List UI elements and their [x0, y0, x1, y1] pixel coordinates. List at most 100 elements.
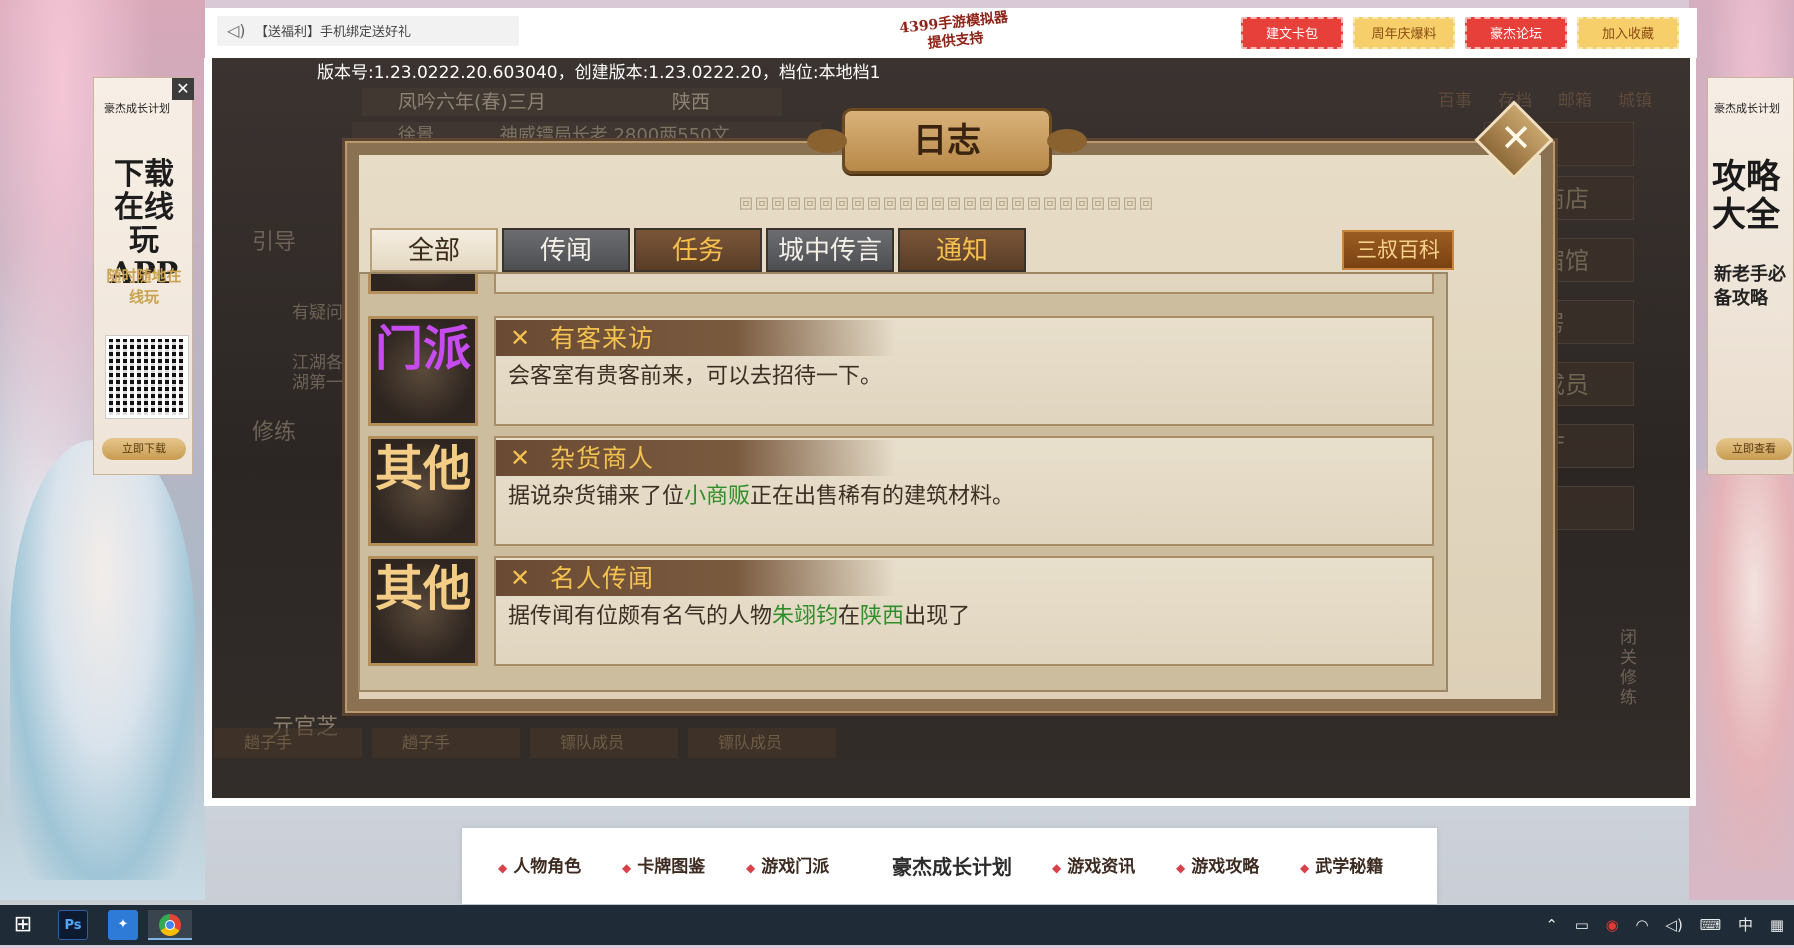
nav-label: 游戏门派 [761, 857, 830, 877]
log-card: ✕ 有客来访 会客室有贵客前来，可以去招待一下。 [494, 316, 1434, 426]
entry-text-part: 据说杂货铺来了位 [508, 484, 685, 509]
nav-label: 游戏攻略 [1191, 857, 1260, 877]
download-app-ad[interactable]: ✕ 豪杰成长计划 下载在线玩APP 随时随地在线玩 立即下载 [93, 77, 194, 475]
side-text: 湖第一 [292, 373, 343, 393]
nav-label: 卡牌图鉴 [637, 857, 706, 877]
ime-indicator[interactable]: 中 [1738, 916, 1753, 934]
forum-button[interactable]: 豪杰论坛 [1465, 17, 1567, 49]
windows-start-icon[interactable]: ⊞ [8, 910, 38, 940]
close-icon: ✕ [1500, 115, 1533, 160]
encyclopedia-button[interactable]: 三叔百科 [1342, 230, 1454, 270]
system-tray: ⌃ ▭ ◉ ◠ ◁) ⌨ 中 ▦ [1533, 905, 1784, 945]
download-button[interactable]: 立即下载 [102, 438, 186, 460]
nav-characters[interactable]: ◆ 人物角色 [498, 852, 581, 877]
category-badge-other: 其他 [368, 556, 478, 666]
nav-label: 人物角色 [513, 857, 582, 877]
tab-city-rumor[interactable]: 城中传言 [766, 228, 894, 272]
log-list[interactable]: 门派 ✕ 有客来访 会客室有贵客前来，可以去招待一下。 其他 ✕ 杂货商人 据说… [358, 272, 1448, 692]
character-art-left [10, 440, 195, 880]
close-icon[interactable]: ✕ [172, 78, 194, 100]
tray-app-icon[interactable]: ◉ [1606, 916, 1619, 934]
entry-text-part: 据传闻有位颇有名气的人物 [508, 604, 773, 629]
nav-card-gallery[interactable]: ◆ 卡牌图鉴 [622, 852, 705, 877]
log-entry: 门派 ✕ 有客来访 会客室有贵客前来，可以去招待一下。 [360, 316, 1446, 432]
log-card [494, 274, 1434, 294]
cross-icon: ✕ [510, 444, 531, 472]
card-header: ✕ 杂货商人 [496, 440, 896, 476]
app-icon[interactable]: ✦ [108, 910, 138, 940]
ad-title: 攻略大全 [1712, 157, 1780, 235]
log-dialog: 回回回回回回回回回回回回回回回回回回回回回回回回回回 日志 ✕ 全部 传闻 任务… [342, 100, 1558, 716]
cross-icon: ✕ [510, 324, 531, 352]
log-entry [360, 274, 1446, 300]
guide-label[interactable]: 引导 [252, 228, 296, 258]
log-entry: 其他 ✕ 杂货商人 据说杂货铺来了位小商贩正在出售稀有的建筑材料。 [360, 436, 1446, 552]
view-button[interactable]: 立即查看 [1716, 438, 1792, 460]
bottom-card[interactable]: 镖队成员 [688, 728, 836, 758]
ad-logo: 豪杰成长计划 [104, 102, 170, 115]
tab-all[interactable]: 全部 [370, 228, 498, 272]
taskbar: ⊞ Ps ✦ ⌃ ▭ ◉ ◠ ◁) ⌨ 中 ▦ [0, 905, 1794, 945]
category-badge-sect: 门派 [368, 316, 478, 426]
ad-subtitle: 随时随地在线玩 [106, 267, 182, 306]
chrome-icon[interactable] [148, 910, 192, 940]
retreat-button[interactable]: 闭关修练 [1620, 628, 1640, 708]
site-logo[interactable]: 4399手游模拟器 提供支持 [883, 7, 1027, 63]
entry-highlight: 小商贩 [684, 484, 751, 509]
bottom-card[interactable]: 趟子手 [372, 728, 520, 758]
tab-quest[interactable]: 任务 [634, 228, 762, 272]
ad-subtitle: 新老手必备攻略 [1714, 264, 1786, 309]
entry-text-part: 正在出售稀有的建筑材料。 [750, 484, 1015, 509]
log-card: ✕ 杂货商人 据说杂货铺来了位小商贩正在出售稀有的建筑材料。 [494, 436, 1434, 546]
guide-ad[interactable]: 豪杰成长计划 攻略大全 新老手必备攻略 立即查看 [1707, 77, 1794, 475]
top-icon-mail[interactable]: 邮箱 [1558, 86, 1592, 111]
nav-guides[interactable]: ◆ 游戏攻略 [1176, 852, 1259, 877]
bottom-card[interactable]: 趟子手 [214, 728, 362, 758]
entry-highlight: 朱翊钧 [772, 604, 839, 629]
card-pack-button[interactable]: 建文卡包 [1241, 17, 1343, 49]
nav-sects[interactable]: ◆ 游戏门派 [746, 852, 829, 877]
notification-icon[interactable]: ▦ [1770, 916, 1784, 934]
entry-title: 杂货商人 [550, 444, 655, 473]
entry-text: 据说杂货铺来了位小商贩正在出售稀有的建筑材料。 [508, 482, 1014, 512]
entry-text: 会客室有贵客前来，可以去招待一下。 [508, 362, 882, 392]
top-icon-town[interactable]: 城镇 [1618, 86, 1652, 111]
version-text: 版本号:1.23.0222.20.603040，创建版本:1.23.0222.2… [317, 63, 881, 83]
ad-logo: 豪杰成长计划 [1714, 102, 1780, 115]
bookmark-button[interactable]: 加入收藏 [1577, 17, 1679, 49]
entry-text-part: 会客室有贵客前来，可以去招待一下。 [508, 364, 883, 389]
dialog-pattern: 回回回回回回回回回回回回回回回回回回回回回回回回回回 [739, 197, 1155, 210]
entry-text-part: 出现了 [904, 604, 971, 629]
entry-highlight: 陕西 [860, 604, 905, 629]
nav-martial-arts[interactable]: ◆ 武学秘籍 [1300, 852, 1383, 877]
card-header: ✕ 名人传闻 [496, 560, 896, 596]
character-art-right [1694, 470, 1794, 870]
game-screen[interactable]: 版本号:1.23.0222.20.603040，创建版本:1.23.0222.2… [212, 58, 1690, 798]
category-badge-other: 其他 [368, 436, 478, 546]
category-badge [368, 274, 478, 294]
wifi-icon[interactable]: ◠ [1636, 916, 1649, 934]
nav-label: 武学秘籍 [1315, 857, 1384, 877]
side-text: 有疑问 [292, 303, 343, 323]
nav-logo[interactable]: 豪杰成长计划 [882, 834, 1022, 900]
keyboard-icon[interactable]: ⌨ [1700, 916, 1722, 934]
photoshop-icon[interactable]: Ps [58, 910, 88, 940]
card-header: ✕ 有客来访 [496, 320, 896, 356]
site-header: ◁) 【送福利】手机绑定送好礼 4399手游模拟器 提供支持 建文卡包 周年庆爆料… [205, 8, 1697, 58]
qr-code [106, 336, 188, 418]
bottom-card[interactable]: 镖队成员 [530, 728, 678, 758]
tab-notice[interactable]: 通知 [898, 228, 1026, 272]
tab-rumor[interactable]: 传闻 [502, 228, 630, 272]
tray-device-icon[interactable]: ▭ [1575, 916, 1589, 934]
entry-title: 名人传闻 [550, 564, 655, 593]
volume-icon[interactable]: ◁) [1665, 916, 1682, 934]
notice-bar[interactable]: ◁) 【送福利】手机绑定送好礼 [217, 16, 519, 46]
tray-expand-icon[interactable]: ⌃ [1545, 916, 1558, 934]
dialog-title: 日志 [807, 108, 1087, 174]
log-entry: 其他 ✕ 名人传闻 据传闻有位颇有名气的人物朱翊钧在陕西出现了 [360, 556, 1446, 672]
anniversary-button[interactable]: 周年庆爆料 [1353, 17, 1455, 49]
entry-text: 据传闻有位颇有名气的人物朱翊钧在陕西出现了 [508, 602, 970, 632]
cultivate-label[interactable]: 修练 [252, 418, 296, 448]
entry-text-part: 在 [838, 604, 861, 629]
nav-news[interactable]: ◆ 游戏资讯 [1052, 852, 1135, 877]
